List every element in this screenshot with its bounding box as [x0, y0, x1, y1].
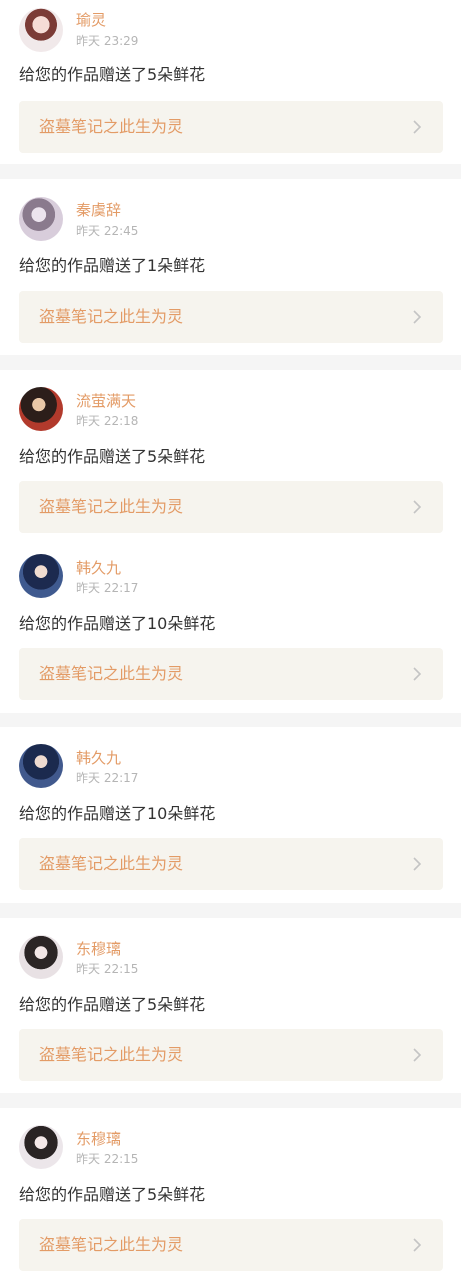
timestamp: 昨天 22:45	[76, 224, 139, 238]
gift-message: 给您的作品赠送了1朵鲜花	[19, 256, 206, 275]
avatar[interactable]	[19, 554, 63, 598]
notification-feed: 瑜灵 昨天 23:29 给您的作品赠送了5朵鲜花 盗墓笔记之此生为灵 秦虞辞 昨…	[0, 0, 461, 1280]
avatar[interactable]	[19, 387, 63, 431]
notification-card: 秦虞辞 昨天 22:45 给您的作品赠送了1朵鲜花 盗墓笔记之此生为灵	[0, 179, 461, 355]
username[interactable]: 秦虞辞	[76, 200, 121, 220]
work-title: 盗墓笔记之此生为灵	[39, 497, 184, 516]
notification-card: 东穆璃 昨天 22:15 给您的作品赠送了5朵鲜花 盗墓笔记之此生为灵	[0, 1108, 461, 1280]
work-link-button[interactable]: 盗墓笔记之此生为灵	[19, 481, 443, 533]
chevron-right-icon	[411, 856, 423, 872]
gift-message: 给您的作品赠送了10朵鲜花	[19, 804, 216, 823]
chevron-right-icon	[411, 666, 423, 682]
work-link-button[interactable]: 盗墓笔记之此生为灵	[19, 1219, 443, 1271]
gift-message: 给您的作品赠送了10朵鲜花	[19, 614, 216, 633]
timestamp: 昨天 22:17	[76, 581, 139, 595]
username[interactable]: 瑜灵	[76, 10, 106, 30]
timestamp: 昨天 22:17	[76, 771, 139, 785]
username[interactable]: 流萤满天	[76, 391, 136, 411]
gift-message: 给您的作品赠送了5朵鲜花	[19, 1185, 206, 1204]
notification-card: 流萤满天 昨天 22:18 给您的作品赠送了5朵鲜花 盗墓笔记之此生为灵	[0, 370, 461, 539]
avatar[interactable]	[19, 197, 63, 241]
work-title: 盗墓笔记之此生为灵	[39, 1235, 184, 1254]
work-link-button[interactable]: 盗墓笔记之此生为灵	[19, 1029, 443, 1081]
work-link-button[interactable]: 盗墓笔记之此生为灵	[19, 101, 443, 153]
chevron-right-icon	[411, 119, 423, 135]
gift-message: 给您的作品赠送了5朵鲜花	[19, 65, 206, 84]
work-title: 盗墓笔记之此生为灵	[39, 1045, 184, 1064]
avatar[interactable]	[19, 1125, 63, 1169]
username[interactable]: 东穆璃	[76, 939, 121, 959]
work-title: 盗墓笔记之此生为灵	[39, 307, 184, 326]
chevron-right-icon	[411, 499, 423, 515]
notification-card: 瑜灵 昨天 23:29 给您的作品赠送了5朵鲜花 盗墓笔记之此生为灵	[0, 0, 461, 164]
notification-card: 东穆璃 昨天 22:15 给您的作品赠送了5朵鲜花 盗墓笔记之此生为灵	[0, 918, 461, 1093]
work-title: 盗墓笔记之此生为灵	[39, 664, 184, 683]
timestamp: 昨天 22:15	[76, 962, 139, 976]
username[interactable]: 韩久九	[76, 558, 121, 578]
timestamp: 昨天 22:18	[76, 414, 139, 428]
timestamp: 昨天 22:15	[76, 1152, 139, 1166]
notification-card: 韩久九 昨天 22:17 给您的作品赠送了10朵鲜花 盗墓笔记之此生为灵	[0, 727, 461, 903]
avatar[interactable]	[19, 8, 63, 52]
work-link-button[interactable]: 盗墓笔记之此生为灵	[19, 648, 443, 700]
work-link-button[interactable]: 盗墓笔记之此生为灵	[19, 291, 443, 343]
notification-card: 韩久九 昨天 22:17 给您的作品赠送了10朵鲜花 盗墓笔记之此生为灵	[0, 539, 461, 713]
work-title: 盗墓笔记之此生为灵	[39, 854, 184, 873]
avatar[interactable]	[19, 935, 63, 979]
work-link-button[interactable]: 盗墓笔记之此生为灵	[19, 838, 443, 890]
timestamp: 昨天 23:29	[76, 34, 139, 48]
chevron-right-icon	[411, 309, 423, 325]
work-title: 盗墓笔记之此生为灵	[39, 117, 184, 136]
chevron-right-icon	[411, 1047, 423, 1063]
chevron-right-icon	[411, 1237, 423, 1253]
gift-message: 给您的作品赠送了5朵鲜花	[19, 995, 206, 1014]
gift-message: 给您的作品赠送了5朵鲜花	[19, 447, 206, 466]
username[interactable]: 韩久九	[76, 748, 121, 768]
avatar[interactable]	[19, 744, 63, 788]
username[interactable]: 东穆璃	[76, 1129, 121, 1149]
